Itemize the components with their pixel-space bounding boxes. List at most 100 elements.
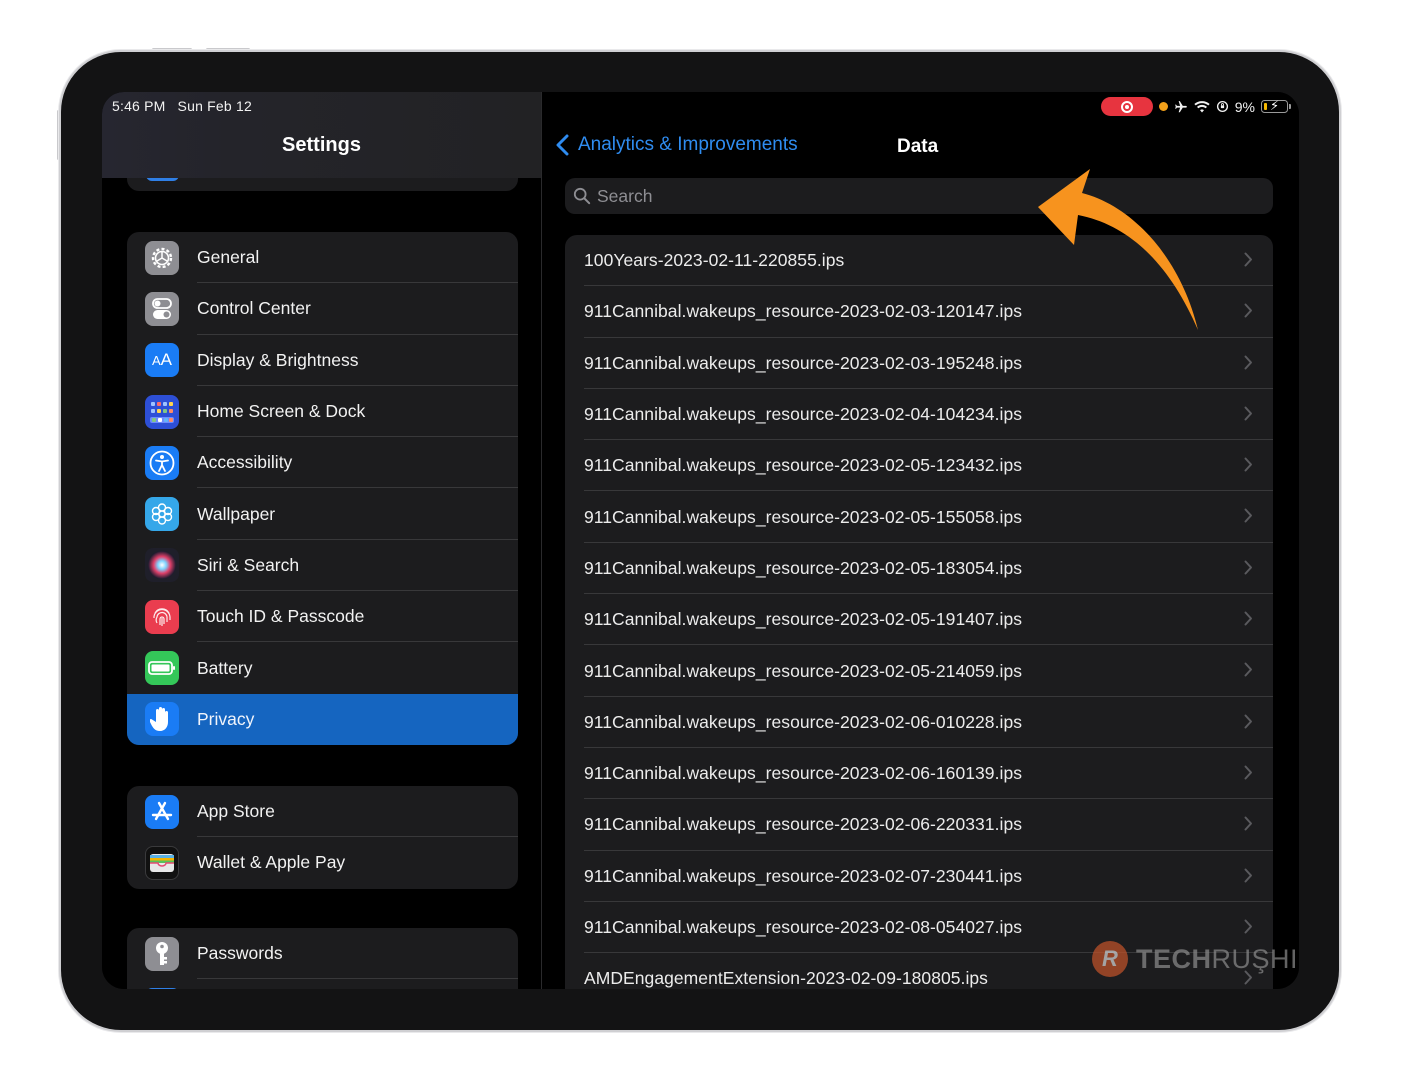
sidebar-item-control-center[interactable]: Control Center [127, 283, 518, 335]
orientation-lock-icon [1216, 100, 1228, 113]
battery-charging-icon: ⚡ [1261, 98, 1288, 113]
wallet-icon [145, 845, 179, 880]
file-list-item[interactable]: 911Cannibal.wakeups_resource-2023-02-05-… [565, 543, 1273, 595]
chevron-right-icon [1244, 355, 1252, 370]
file-name: 911Cannibal.wakeups_resource-2023-02-05-… [584, 557, 1023, 578]
text-size-icon: AA [145, 343, 179, 378]
app-grid-icon [145, 394, 179, 429]
sidebar-item-label: Control Center [197, 298, 311, 319]
sidebar-item-label: Wallpaper [197, 503, 276, 524]
top-button [57, 110, 60, 160]
sidebar-item-touch-id-and-passcode[interactable]: Touch ID & Passcode [127, 591, 518, 643]
sidebar-item-label: Wallet & Apple Pay [197, 852, 346, 873]
file-list-item[interactable]: 911Cannibal.wakeups_resource-2023-02-05-… [565, 491, 1273, 543]
volume-button [152, 48, 192, 51]
sidebar-item-general[interactable]: General [127, 232, 518, 284]
siri-icon [145, 548, 179, 583]
file-name: 911Cannibal.wakeups_resource-2023-02-05-… [584, 455, 1023, 476]
sidebar-item-app-store[interactable]: App Store [127, 786, 518, 838]
chevron-right-icon [1244, 406, 1252, 421]
sidebar-item-siri-and-search[interactable]: Siri & Search [127, 540, 518, 592]
sidebar-title: Settings [282, 134, 361, 156]
chevron-right-icon [1244, 508, 1252, 523]
volume-button [206, 48, 250, 51]
chevron-right-icon [1244, 611, 1252, 626]
sidebar-item-label: Home Screen & Dock [197, 401, 366, 422]
file-list-item[interactable]: 911Cannibal.wakeups_resource-2023-02-07-… [565, 851, 1273, 902]
watermark-light: RUŞHI [1211, 943, 1299, 974]
sidebar-item-battery[interactable]: Battery [127, 642, 518, 693]
accessibility-icon [145, 445, 179, 480]
file-name: 911Cannibal.wakeups_resource-2023-02-03-… [584, 352, 1023, 373]
app-store-icon [145, 794, 179, 829]
file-list-item[interactable]: 911Cannibal.wakeups_resource-2023-02-05-… [565, 645, 1273, 697]
file-list-item[interactable]: 911Cannibal.wakeups_resource-2023-02-05-… [565, 440, 1273, 492]
file-name: AMDEngagementExtension-2023-02-09-180805… [584, 968, 988, 989]
chevron-right-icon [1244, 252, 1252, 267]
key-icon [145, 936, 179, 971]
mic-indicator-dot [1158, 102, 1168, 111]
sidebar-item-display-and-brightness[interactable]: AA Display & Brightness [127, 335, 518, 386]
file-name: 100Years-2023-02-11-220855.ips [584, 250, 845, 271]
sidebar-item-passwords[interactable]: Passwords [127, 928, 518, 980]
file-list-item[interactable]: 911Cannibal.wakeups_resource-2023-02-05-… [565, 594, 1273, 646]
watermark-text: TECHRUŞHI [1136, 944, 1298, 975]
chevron-left-icon [556, 134, 569, 156]
file-name: 911Cannibal.wakeups_resource-2023-02-08-… [584, 917, 1023, 937]
settings-group: App Store Wallet & Apple Pay [127, 786, 518, 889]
sidebar-item-privacy[interactable]: Privacy [127, 693, 518, 745]
file-name: 911Cannibal.wakeups_resource-2023-02-04-… [584, 404, 1023, 425]
search-field[interactable] [565, 178, 1273, 214]
file-name: 911Cannibal.wakeups_resource-2023-02-06-… [584, 763, 1023, 784]
sidebar-item-label: General [197, 247, 260, 268]
watermark-logo: R [1092, 941, 1128, 977]
flower-icon [145, 497, 179, 532]
file-name: 911Cannibal.wakeups_resource-2023-02-05-… [584, 660, 1023, 681]
sidebar-item-wallet-and-apple-pay[interactable]: Wallet & Apple Pay [127, 837, 518, 888]
battery-icon [145, 651, 179, 686]
file-list-item[interactable]: 911Cannibal.wakeups_resource-2023-02-03-… [565, 286, 1273, 338]
gear-icon [145, 240, 179, 275]
row-separator [197, 978, 518, 980]
back-button[interactable]: Analytics & Improvements [556, 134, 798, 156]
status-time: 5:46 PM [112, 98, 166, 114]
file-name: 911Cannibal.wakeups_resource-2023-02-06-… [584, 711, 1023, 732]
file-list-item[interactable]: 911Cannibal.wakeups_resource-2023-02-06-… [565, 697, 1273, 748]
page-title: Data [897, 136, 939, 157]
sidebar-item-home-screen-and-dock[interactable]: Home Screen & Dock [127, 386, 518, 438]
sidebar-item-label: Battery [197, 657, 253, 678]
sidebar-item-label: Accessibility [197, 452, 293, 473]
file-list-item[interactable]: 100Years-2023-02-11-220855.ips [565, 235, 1273, 287]
hand-icon [145, 702, 179, 737]
search-input[interactable] [597, 185, 1247, 207]
toggles-icon [145, 291, 179, 326]
chevron-right-icon [1244, 714, 1252, 729]
sidebar-item-accessibility[interactable]: Accessibility [127, 437, 518, 489]
file-list-item[interactable]: 911Cannibal.wakeups_resource-2023-02-06-… [565, 748, 1273, 800]
ipad-screen: 5:46 PM Sun Feb 12 Settings General Contro… [102, 92, 1299, 989]
sidebar-item-label: Privacy [197, 708, 255, 729]
file-list-item[interactable]: 911Cannibal.wakeups_resource-2023-02-04-… [565, 389, 1273, 441]
chevron-right-icon [1244, 560, 1252, 575]
status-bar-left: 5:46 PM Sun Feb 12 [112, 98, 252, 114]
file-name: 911Cannibal.wakeups_resource-2023-02-05-… [584, 609, 1023, 630]
file-list-item[interactable]: 911Cannibal.wakeups_resource-2023-02-03-… [565, 338, 1273, 389]
status-bar-right: 9% ⚡ [1100, 97, 1291, 116]
screen-record-icon[interactable] [1100, 97, 1153, 116]
file-list-item[interactable]: 911Cannibal.wakeups_resource-2023-02-06-… [565, 799, 1273, 851]
data-file-list: 100Years-2023-02-11-220855.ips 911Canniba… [565, 235, 1273, 989]
search-icon [573, 187, 591, 205]
back-button-label: Analytics & Improvements [578, 134, 798, 155]
sidebar-item-wallpaper[interactable]: Wallpaper [127, 488, 518, 540]
file-name: 911Cannibal.wakeups_resource-2023-02-07-… [584, 865, 1023, 886]
fingerprint-icon [145, 599, 179, 634]
partially-hidden-icon [146, 988, 179, 989]
airplane-icon [1174, 100, 1187, 112]
status-date: Sun Feb 12 [177, 98, 252, 114]
file-name: 911Cannibal.wakeups_resource-2023-02-05-… [584, 506, 1023, 527]
sidebar-item-label: Passwords [197, 943, 283, 964]
chevron-right-icon [1244, 765, 1252, 780]
sidebar-item-label: Display & Brightness [197, 349, 359, 370]
chevron-right-icon [1244, 816, 1252, 831]
file-name: 911Cannibal.wakeups_resource-2023-02-06-… [584, 814, 1023, 835]
